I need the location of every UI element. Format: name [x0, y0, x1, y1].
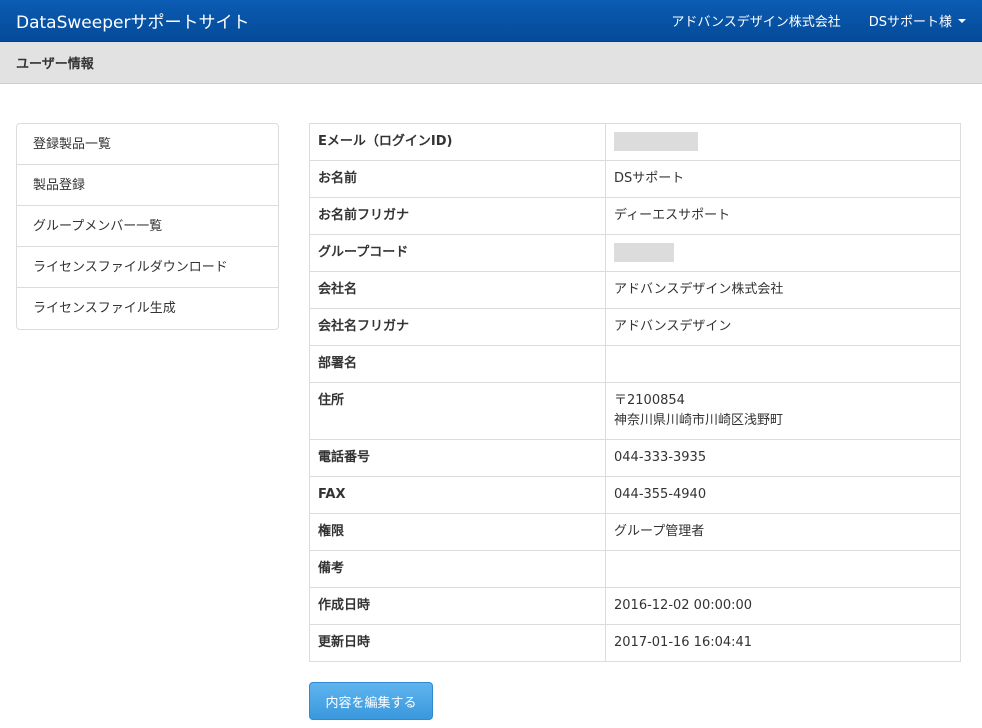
- sidebar-item-license-generate[interactable]: ライセンスファイル生成: [17, 288, 278, 329]
- department-label: 部署名: [309, 345, 606, 383]
- user-name: DSサポート様: [868, 15, 952, 30]
- group-code-value: [605, 234, 961, 272]
- created-at-value: 2016-12-02 00:00:00: [605, 587, 961, 625]
- company-label: 会社名: [309, 271, 606, 309]
- table-row: FAX 044-355-4940: [309, 476, 961, 514]
- table-row: お名前 DSサポート: [309, 160, 961, 198]
- notes-label: 備考: [309, 550, 606, 588]
- table-row: 更新日時 2017-01-16 16:04:41: [309, 624, 961, 662]
- postal-code: 〒2100854: [614, 393, 685, 408]
- sidebar-item-registered-products[interactable]: 登録製品一覧: [17, 124, 278, 165]
- edit-button[interactable]: 内容を編集する: [309, 682, 433, 720]
- table-row: 会社名 アドバンスデザイン株式会社: [309, 271, 961, 309]
- table-row: 会社名フリガナ アドバンスデザイン: [309, 308, 961, 346]
- fax-value: 044-355-4940: [605, 476, 961, 514]
- company-kana-label: 会社名フリガナ: [309, 308, 606, 346]
- fax-label: FAX: [309, 476, 606, 514]
- name-value: DSサポート: [605, 160, 961, 198]
- navbar-right: アドバンスデザイン株式会社 DSサポート様: [671, 11, 966, 30]
- sidebar-menu: 登録製品一覧 製品登録 グループメンバー一覧 ライセンスファイルダウンロード ラ…: [16, 123, 279, 330]
- name-kana-value: ディーエスサポート: [605, 197, 961, 235]
- email-value: [605, 123, 961, 161]
- redacted-block: [614, 243, 674, 262]
- phone-value: 044-333-3935: [605, 439, 961, 477]
- table-row: 住所 〒2100854 神奈川県川崎市川崎区浅野町: [309, 382, 961, 440]
- redacted-block: [614, 132, 698, 151]
- table-row: グループコード: [309, 234, 961, 272]
- created-at-label: 作成日時: [309, 587, 606, 625]
- table-row: 電話番号 044-333-3935: [309, 439, 961, 477]
- site-brand[interactable]: DataSweeperサポートサイト: [16, 8, 249, 33]
- sidebar-item-group-members[interactable]: グループメンバー一覧: [17, 206, 278, 247]
- caret-down-icon: [958, 18, 966, 23]
- department-value: [605, 345, 961, 383]
- table-row: 部署名: [309, 345, 961, 383]
- group-code-label: グループコード: [309, 234, 606, 272]
- table-row: 備考: [309, 550, 961, 588]
- name-label: お名前: [309, 160, 606, 198]
- sidebar-item-license-download[interactable]: ライセンスファイルダウンロード: [17, 247, 278, 288]
- sidebar-item-product-registration[interactable]: 製品登録: [17, 165, 278, 206]
- role-label: 権限: [309, 513, 606, 551]
- page-header: ユーザー情報: [0, 42, 982, 84]
- table-row: 作成日時 2016-12-02 00:00:00: [309, 587, 961, 625]
- role-value: グループ管理者: [605, 513, 961, 551]
- phone-label: 電話番号: [309, 439, 606, 477]
- user-menu[interactable]: DSサポート様: [869, 11, 966, 30]
- notes-value: [605, 550, 961, 588]
- company-kana-value: アドバンスデザイン: [605, 308, 961, 346]
- company-value: アドバンスデザイン株式会社: [605, 271, 961, 309]
- address-label: 住所: [309, 382, 606, 440]
- name-kana-label: お名前フリガナ: [309, 197, 606, 235]
- page-title: ユーザー情報: [16, 57, 94, 72]
- table-row: 権限 グループ管理者: [309, 513, 961, 551]
- street-address: 神奈川県川崎市川崎区浅野町: [614, 413, 784, 428]
- top-navbar: DataSweeperサポートサイト アドバンスデザイン株式会社 DSサポート様: [0, 0, 982, 42]
- company-name: アドバンスデザイン株式会社: [671, 15, 841, 30]
- updated-at-value: 2017-01-16 16:04:41: [605, 624, 961, 662]
- table-row: お名前フリガナ ディーエスサポート: [309, 197, 961, 235]
- user-detail-table: Eメール（ログインID) お名前 DSサポート お名前フリガナ ディーエスサポー…: [309, 123, 961, 662]
- updated-at-label: 更新日時: [309, 624, 606, 662]
- address-value: 〒2100854 神奈川県川崎市川崎区浅野町: [605, 382, 961, 440]
- table-row: Eメール（ログインID): [309, 123, 961, 161]
- email-label: Eメール（ログインID): [309, 123, 606, 161]
